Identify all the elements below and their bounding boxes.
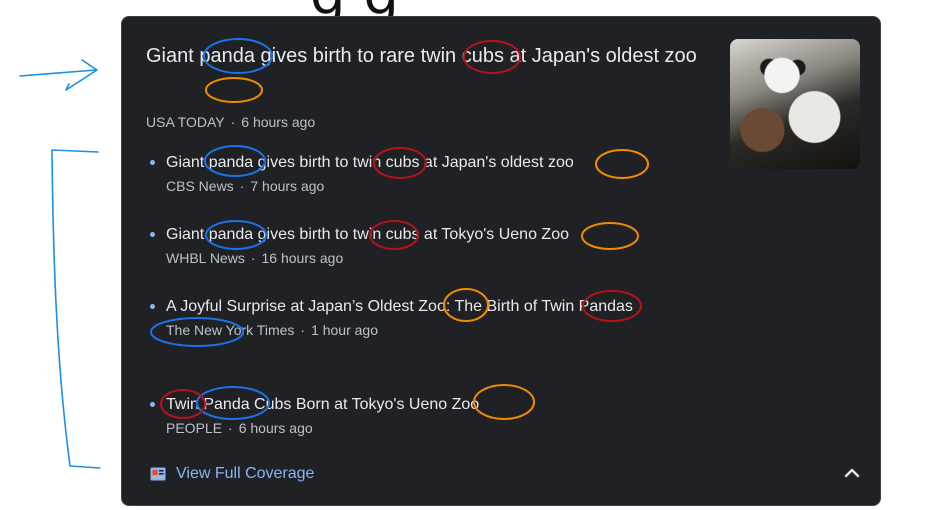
story-source: WHBL News xyxy=(166,250,245,266)
coverage-label: View Full Coverage xyxy=(176,465,315,482)
bullet-icon xyxy=(150,402,155,407)
view-full-coverage-link[interactable]: View Full Coverage xyxy=(150,463,314,485)
story-title[interactable]: Twin Panda Cubs Born at Tokyo's Ueno Zoo xyxy=(166,393,726,417)
bullet-icon xyxy=(150,160,155,165)
story-time: 1 hour ago xyxy=(311,322,379,338)
headline-link[interactable]: Giant panda gives birth to rare twin cub… xyxy=(146,41,706,71)
story-item[interactable]: A Joyful Surprise at Japan’s Oldest Zoo:… xyxy=(150,295,666,339)
news-card: Giant panda gives birth to rare twin cub… xyxy=(121,16,881,506)
story-title[interactable]: Giant panda gives birth to twin cubs at … xyxy=(166,223,726,247)
arrow-annotation xyxy=(19,59,98,91)
headline-time: 6 hours ago xyxy=(241,114,316,130)
headline-source: USA TODAY xyxy=(146,114,225,130)
story-time: 16 hours ago xyxy=(261,250,344,266)
bracket-annotation xyxy=(51,149,101,469)
story-item[interactable]: Giant panda gives birth to twin cubs at … xyxy=(150,151,726,195)
story-source: The New York Times xyxy=(166,322,295,338)
bullet-icon xyxy=(150,232,155,237)
story-meta: The New York Times · 1 hour ago xyxy=(166,322,379,338)
story-meta: PEOPLE · 6 hours ago xyxy=(166,420,313,436)
story-title[interactable]: A Joyful Surprise at Japan’s Oldest Zoo:… xyxy=(166,295,666,319)
story-time: 6 hours ago xyxy=(238,420,313,436)
headline-meta: USA TODAY · 6 hours ago xyxy=(146,114,316,130)
story-source: PEOPLE xyxy=(166,420,223,436)
bullet-icon xyxy=(150,304,155,309)
story-time: 7 hours ago xyxy=(250,178,325,194)
story-source: CBS News xyxy=(166,178,234,194)
chevron-up-icon[interactable] xyxy=(842,465,862,481)
story-meta: CBS News · 7 hours ago xyxy=(166,178,325,194)
story-item[interactable]: Twin Panda Cubs Born at Tokyo's Ueno Zoo… xyxy=(150,393,726,437)
thumbnail-image[interactable] xyxy=(730,39,860,169)
story-title[interactable]: Giant panda gives birth to twin cubs at … xyxy=(166,151,726,175)
newspaper-icon xyxy=(150,467,166,481)
story-meta: WHBL News · 16 hours ago xyxy=(166,250,344,266)
story-item[interactable]: Giant panda gives birth to twin cubs at … xyxy=(150,223,726,267)
